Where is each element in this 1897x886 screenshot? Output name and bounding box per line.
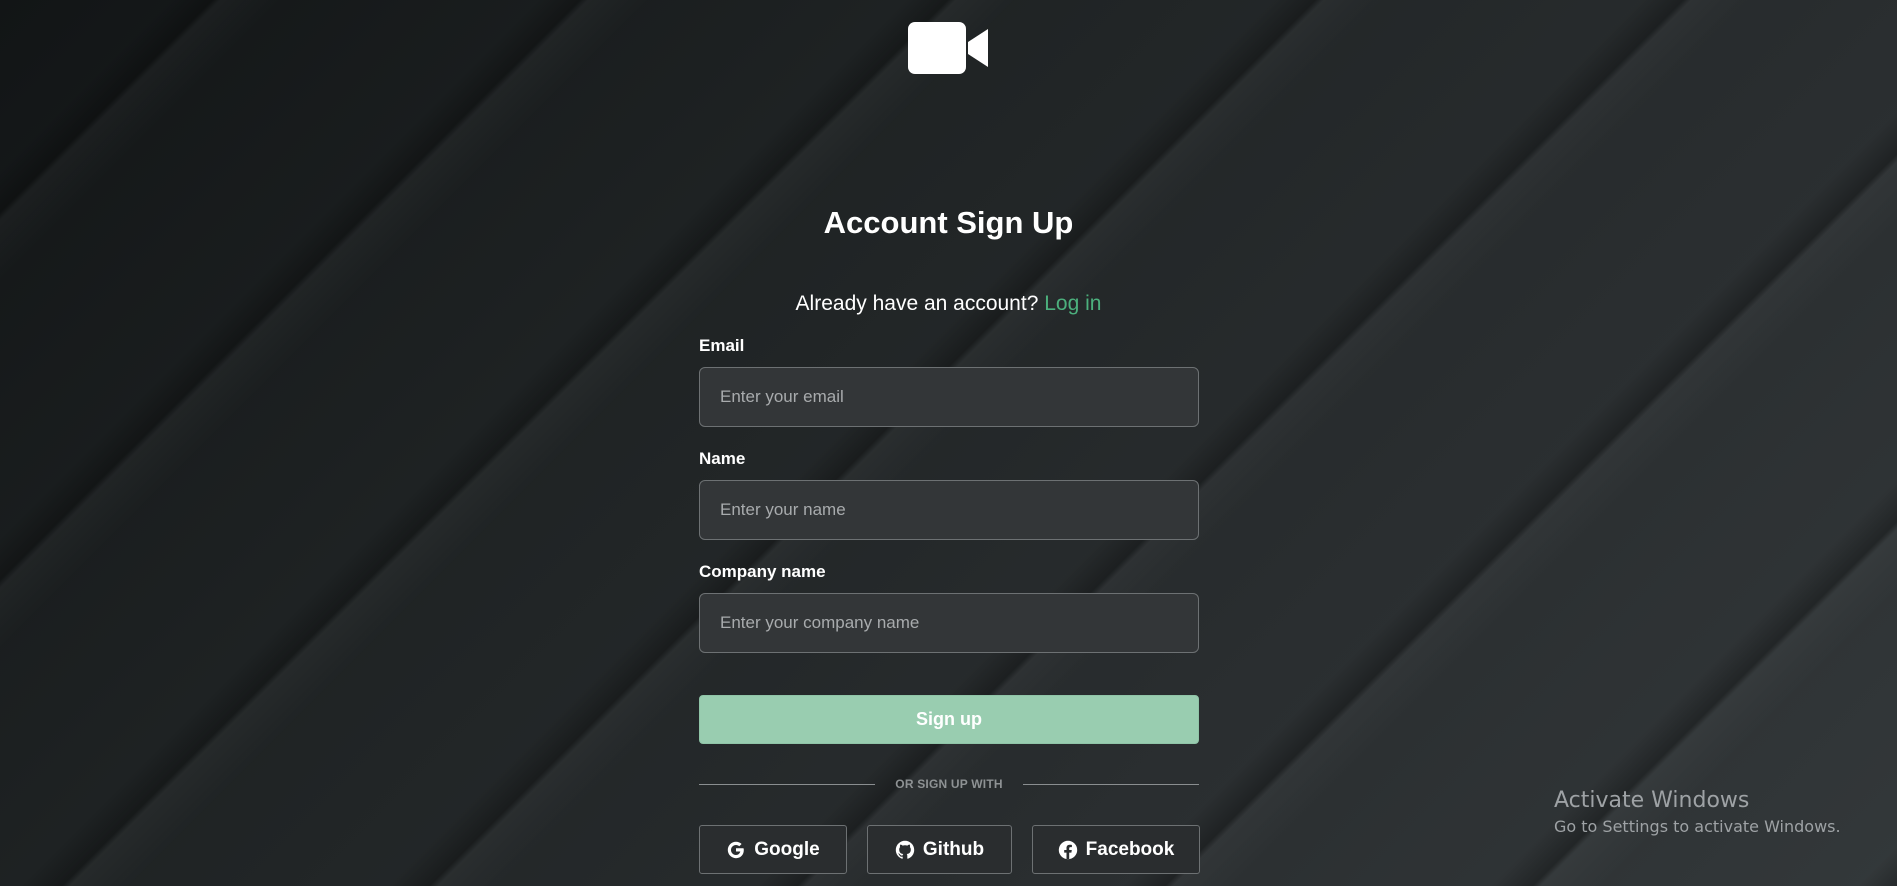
divider-text: OR SIGN UP WITH (895, 777, 1003, 791)
github-label: Github (922, 838, 985, 860)
signup-button[interactable]: Sign up (699, 695, 1199, 744)
company-group: Company name (699, 561, 1199, 674)
login-prompt-text: Already have an account? (795, 292, 1039, 315)
name-group: Name (699, 448, 1199, 561)
facebook-signup-button[interactable]: Facebook (1032, 825, 1200, 874)
social-divider: OR SIGN UP WITH (699, 776, 1200, 792)
facebook-label: Facebook (1085, 838, 1175, 860)
divider-line-left (699, 783, 876, 785)
name-input[interactable] (699, 480, 1199, 540)
google-signup-button[interactable]: Google (699, 825, 847, 874)
google-label: Google (754, 838, 820, 860)
watermark-subtitle: Go to Settings to activate Windows. (1554, 817, 1841, 836)
facebook-icon (1058, 840, 1077, 859)
email-group: Email (699, 335, 1199, 448)
login-link[interactable]: Log in (1044, 292, 1101, 315)
video-camera-icon (908, 22, 988, 74)
company-label: Company name (699, 562, 826, 581)
email-input[interactable] (699, 367, 1199, 427)
email-label: Email (699, 336, 745, 355)
google-icon (728, 841, 745, 858)
page-title: Account Sign Up (823, 205, 1074, 240)
github-icon (895, 840, 915, 859)
login-prompt: Already have an account? Log in (0, 292, 1897, 316)
github-signup-button[interactable]: Github (867, 825, 1012, 874)
divider-line-right (1022, 783, 1200, 785)
watermark-title: Activate Windows (1554, 788, 1750, 813)
company-input[interactable] (699, 593, 1199, 653)
windows-activation-watermark: Activate Windows Go to Settings to activ… (1554, 786, 1841, 838)
signup-form: Email Name Company name (699, 335, 1199, 674)
name-label: Name (699, 449, 746, 468)
